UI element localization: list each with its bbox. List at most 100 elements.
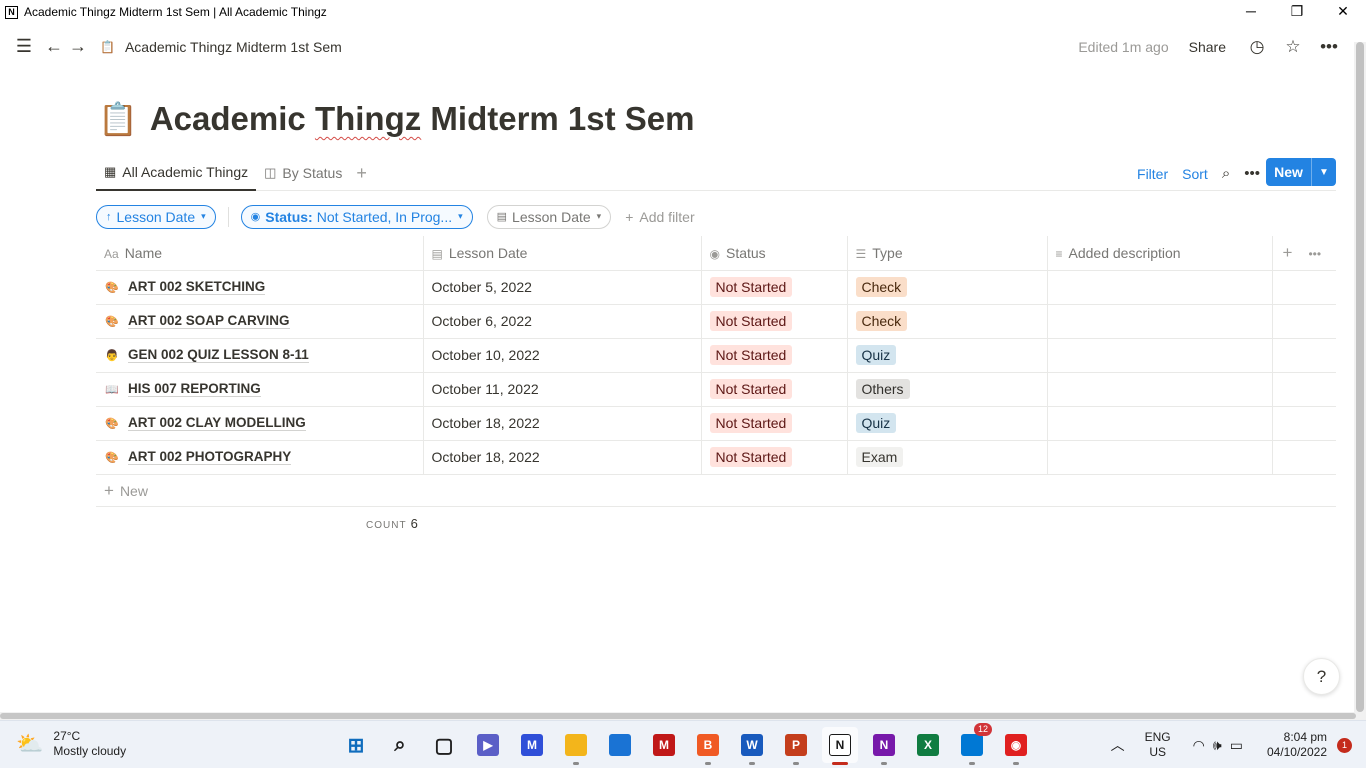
column-header-status[interactable]: ◉ Status [701, 236, 848, 271]
taskbar-teams-chat-button[interactable]: ▶ [470, 727, 506, 763]
breadcrumb[interactable]: 📋 Academic Thingz Midterm 1st Sem [100, 39, 342, 55]
table-row[interactable]: 👨 GEN 002 QUIZ LESSON 8-11 October 10, 202… [96, 338, 1336, 373]
tab-all-academic-thingz[interactable]: ▦ All Academic Thingz [96, 156, 257, 191]
name-cell[interactable]: 🎨 ART 002 SKETCHING [96, 270, 424, 305]
scrollbar-thumb[interactable] [0, 713, 1356, 719]
page-title[interactable]: 📋 Academic Thingz Midterm 1st Sem [98, 100, 695, 138]
row-title[interactable]: ART 002 PHOTOGRAPHY [128, 449, 292, 465]
added-description-cell[interactable] [1047, 338, 1273, 373]
notification-badge[interactable]: 1 [1337, 737, 1352, 753]
taskbar-mcafee-button[interactable]: M [646, 727, 682, 763]
taskbar-onenote-button[interactable]: N [866, 727, 902, 765]
status-cell[interactable]: Not Started [701, 304, 848, 339]
name-cell[interactable]: 👨 GEN 002 QUIZ LESSON 8-11 [96, 338, 424, 373]
tab-by-status[interactable]: ◫ By Status [256, 156, 350, 191]
name-cell[interactable]: 🎨 ART 002 SOAP CARVING [96, 304, 424, 339]
filter-button[interactable]: Filter [1137, 166, 1168, 182]
name-cell[interactable]: 🎨 ART 002 CLAY MODELLING [96, 406, 424, 441]
taskbar-word-button[interactable]: W [734, 727, 770, 765]
row-title[interactable]: ART 002 SKETCHING [128, 279, 266, 295]
wifi-icon[interactable]: ◠ [1193, 737, 1205, 754]
taskbar-excel-button[interactable]: X [910, 727, 946, 763]
favorite-star-icon[interactable]: ☆ [1282, 37, 1304, 57]
type-cell[interactable]: Exam [847, 440, 1048, 475]
battery-icon[interactable]: ▭ [1230, 737, 1243, 754]
lesson-date-cell[interactable]: October 11, 2022 [423, 372, 702, 407]
clipboard-emoji-icon[interactable]: 📋 [98, 100, 138, 138]
help-button[interactable]: ? [1303, 658, 1340, 695]
add-property-icon[interactable]: + [1283, 243, 1293, 262]
type-cell[interactable]: Quiz [847, 406, 1048, 441]
added-description-cell[interactable] [1047, 270, 1273, 305]
taskbar-file-explorer-button[interactable] [558, 727, 594, 765]
add-view-icon[interactable]: + [356, 163, 367, 184]
name-cell[interactable]: 📖 HIS 007 REPORTING [96, 372, 424, 407]
new-button[interactable]: New ▼ [1266, 158, 1336, 186]
restore-icon[interactable]: ❐ [1274, 0, 1320, 24]
forward-arrow-icon[interactable]: → [66, 36, 90, 57]
language-indicator[interactable]: ENG US [1145, 730, 1171, 760]
status-filter-pill[interactable]: ◉ Status: Not Started, In Prog... ▾ [240, 204, 473, 229]
row-title[interactable]: ART 002 SOAP CARVING [128, 313, 290, 329]
taskbar-remote-button[interactable]: 12 [954, 723, 992, 765]
name-cell[interactable]: 🎨 ART 002 PHOTOGRAPHY [96, 440, 424, 475]
lesson-date-cell[interactable]: October 10, 2022 [423, 338, 702, 373]
count-aggregate[interactable]: COUNT 6 [366, 516, 418, 531]
weather-widget[interactable]: ⛅ 27°C Mostly cloudy [16, 729, 126, 759]
type-cell[interactable]: Others [847, 372, 1048, 407]
taskbar-notion-button[interactable]: N [822, 727, 858, 765]
taskbar-recorder-button[interactable]: ◉ [998, 727, 1034, 765]
row-title[interactable]: GEN 002 QUIZ LESSON 8-11 [128, 347, 309, 363]
row-title[interactable]: ART 002 CLAY MODELLING [128, 415, 306, 431]
taskbar-store-button[interactable] [602, 727, 638, 763]
taskbar-tool-app-button[interactable]: M [514, 727, 550, 763]
add-new-row[interactable]: + New [96, 475, 1336, 507]
table-row[interactable]: 🎨 ART 002 PHOTOGRAPHY October 18, 2022 Not … [96, 440, 1336, 475]
lesson-date-cell[interactable]: October 6, 2022 [423, 304, 702, 339]
more-options-icon[interactable]: ••• [1308, 247, 1321, 261]
table-row[interactable]: 🎨 ART 002 CLAY MODELLING October 18, 2022 N… [96, 406, 1336, 441]
speaker-icon[interactable]: 🕪 [1213, 737, 1222, 754]
lesson-date-cell[interactable]: October 18, 2022 [423, 440, 702, 475]
taskbar-start-button[interactable]: ⊞ [338, 727, 374, 763]
added-description-cell[interactable] [1047, 440, 1273, 475]
more-options-icon[interactable]: ••• [1318, 37, 1340, 57]
status-cell[interactable]: Not Started [701, 338, 848, 373]
clock[interactable]: 8:04 pm 04/10/2022 [1267, 730, 1327, 760]
column-header-type[interactable]: ☰ Type [847, 236, 1048, 271]
horizontal-scrollbar[interactable] [0, 712, 1366, 720]
date-filter-pill[interactable]: ▤ Lesson Date ▾ [486, 204, 612, 229]
row-title[interactable]: HIS 007 REPORTING [128, 381, 261, 397]
taskbar-search-button[interactable]: ⌕ [382, 727, 418, 763]
taskbar-powerpoint-button[interactable]: P [778, 727, 814, 765]
type-cell[interactable]: Check [847, 270, 1048, 305]
type-cell[interactable]: Check [847, 304, 1048, 339]
chevron-down-icon[interactable]: ▼ [1312, 167, 1336, 178]
table-row[interactable]: 📖 HIS 007 REPORTING October 11, 2022 Not St… [96, 372, 1336, 407]
column-header-name[interactable]: Aa Name [96, 236, 424, 271]
lesson-date-cell[interactable]: October 18, 2022 [423, 406, 702, 441]
history-clock-icon[interactable]: ◷ [1246, 37, 1268, 57]
vertical-scrollbar[interactable] [1354, 42, 1366, 712]
column-header-lesson-date[interactable]: ▤ Lesson Date [423, 236, 702, 271]
column-header-added-description[interactable]: ≡ Added description [1047, 236, 1273, 271]
status-cell[interactable]: Not Started [701, 372, 848, 407]
back-arrow-icon[interactable]: ← [42, 36, 66, 57]
minimize-icon[interactable]: ─ [1228, 0, 1274, 24]
status-cell[interactable]: Not Started [701, 440, 848, 475]
table-row[interactable]: 🎨 ART 002 SOAP CARVING October 6, 2022 Not … [96, 304, 1336, 339]
new-button-label[interactable]: New [1266, 158, 1312, 186]
lesson-date-cell[interactable]: October 5, 2022 [423, 270, 702, 305]
status-cell[interactable]: Not Started [701, 270, 848, 305]
type-cell[interactable]: Quiz [847, 338, 1048, 373]
taskbar-task-view-button[interactable]: ▢ [426, 727, 462, 763]
status-cell[interactable]: Not Started [701, 406, 848, 441]
scrollbar-thumb[interactable] [1356, 42, 1364, 712]
sort-button[interactable]: Sort [1182, 166, 1208, 182]
sort-pill[interactable]: ↑ Lesson Date ▾ [96, 204, 216, 229]
add-filter-button[interactable]: + Add filter [625, 209, 694, 225]
table-row[interactable]: 🎨 ART 002 SKETCHING October 5, 2022 Not Sta… [96, 270, 1336, 305]
added-description-cell[interactable] [1047, 372, 1273, 407]
added-description-cell[interactable] [1047, 406, 1273, 441]
sidebar-menu-icon[interactable]: ☰ [12, 36, 36, 57]
